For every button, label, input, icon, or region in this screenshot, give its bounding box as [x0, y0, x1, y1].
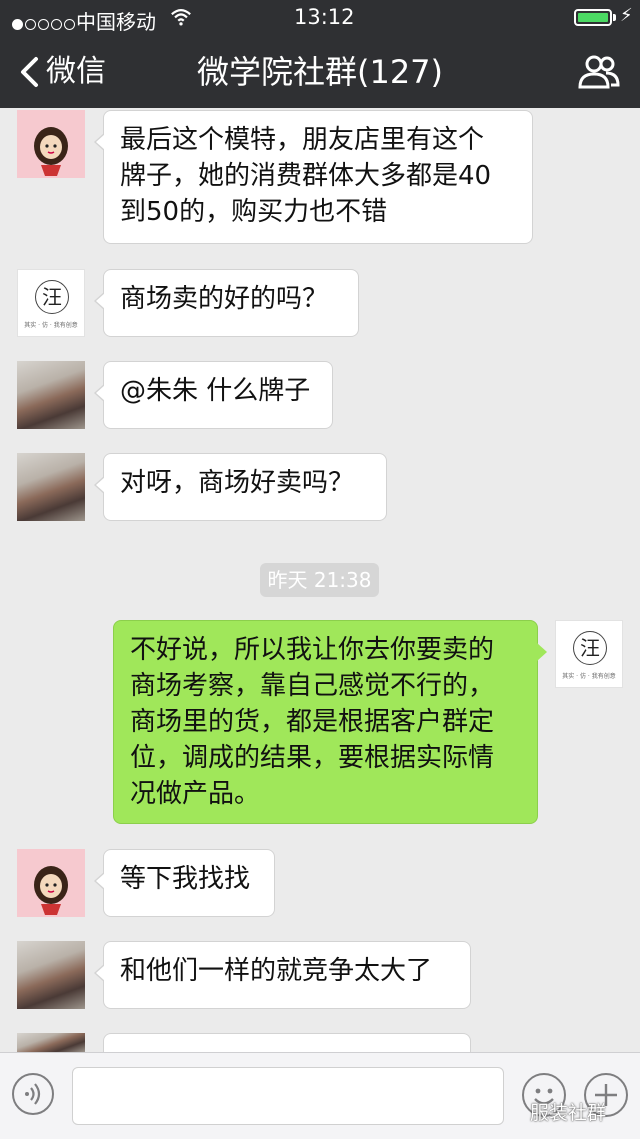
girl-avatar[interactable] [17, 849, 85, 917]
watermark-text: 服装社群 [530, 1102, 607, 1124]
wang-caption: 其实 · 仿 · 我有创意 [24, 322, 78, 329]
message-line: 和他们一样的就竞争太大了 [120, 956, 433, 986]
message-bubble[interactable]: 和他们一样的就竞争太大了 [94, 941, 471, 1009]
wang-glyph: 汪 [35, 280, 69, 314]
wifi-icon [171, 9, 191, 26]
battery-tip [613, 14, 616, 21]
cartoon-girl-icon [34, 866, 68, 915]
wang-glyph: 汪 [573, 631, 607, 665]
photo-avatar[interactable] [17, 1033, 85, 1052]
battery-icon [574, 9, 612, 26]
message-line: 牌子，她的消费群体大多都是40 [120, 161, 492, 191]
message-bubble[interactable]: 对呀，商场好卖吗？ [94, 453, 387, 521]
message-bubble[interactable] [94, 1033, 471, 1074]
message-bubble[interactable]: @朱朱 什么牌子 [94, 361, 333, 429]
people-icon[interactable] [576, 54, 622, 90]
input-bar [0, 1052, 640, 1139]
charging-icon: ⚡ [620, 5, 633, 26]
message-bubble[interactable]: 最后这个模特，朋友店里有这个 牌子，她的消费群体大多都是40 到50的，购买力也… [94, 110, 533, 244]
message-line: @朱朱 什么牌子 [120, 376, 311, 406]
cartoon-girl-icon [34, 127, 68, 176]
message-line: 况做产品。 [130, 779, 261, 809]
message-line: 到50的，购买力也不错 [120, 197, 388, 227]
girl-avatar[interactable] [17, 110, 85, 178]
message-line: 等下我找找 [120, 864, 251, 894]
message-line: 最后这个模特，朋友店里有这个 [120, 125, 485, 155]
message-line: 不好说，所以我让你去你要卖的 [130, 635, 495, 665]
message-bubble[interactable]: 不好说，所以我让你去你要卖的 商场考察，靠自己感觉不行的， 商场里的货，都是根据… [113, 620, 547, 824]
message-line: 商场里的货，都是根据客户群定 [130, 707, 495, 737]
wang-caption: 其实 · 仿 · 我有创意 [562, 673, 616, 680]
message-line: 商场卖的好的吗？ [120, 284, 329, 314]
message-bubble[interactable]: 商场卖的好的吗？ [94, 269, 359, 337]
voice-button[interactable] [12, 1073, 54, 1115]
message-input[interactable] [72, 1067, 504, 1125]
carrier-name: 中国移动 [76, 10, 156, 34]
message-line: 对呀，商场好卖吗？ [120, 468, 355, 498]
status-time: 13:12 [294, 5, 355, 29]
message-timestamp: 昨天 21:38 [260, 563, 379, 597]
message-line: 位，调成的结果，要根据实际情 [130, 743, 495, 773]
chat-title: 微学院社群(127) [196, 53, 444, 91]
wang-avatar[interactable]: 汪 其实 · 仿 · 我有创意 [17, 269, 85, 337]
photo-avatar[interactable] [17, 941, 85, 1009]
wang-avatar[interactable]: 汪 其实 · 仿 · 我有创意 [555, 620, 623, 688]
top-bar: 中国移动 13:12 ⚡ 微信 微学院社群(127) [0, 0, 640, 108]
message-line: 商场考察，靠自己感觉不行的， [130, 671, 495, 701]
nav-bar: 微信 微学院社群(127) [0, 36, 640, 108]
message-bubble[interactable]: 等下我找找 [94, 849, 275, 917]
voice-icon [25, 1083, 41, 1105]
signal-strength-icon [12, 11, 77, 35]
status-bar: 中国移动 13:12 ⚡ [0, 0, 640, 36]
photo-avatar[interactable] [17, 453, 85, 521]
photo-avatar[interactable] [17, 361, 85, 429]
